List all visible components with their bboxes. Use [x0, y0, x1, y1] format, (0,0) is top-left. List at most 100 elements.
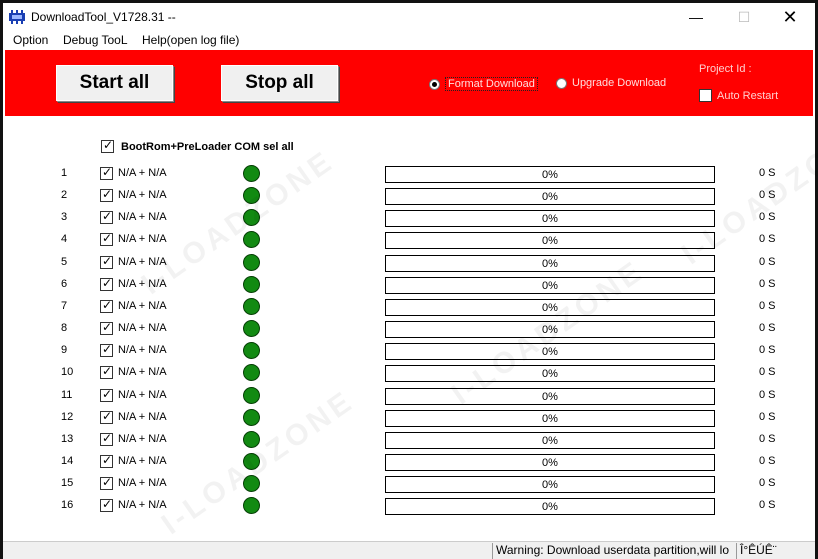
port-row: 10 N/A + N/A 0% 0 S	[5, 362, 813, 384]
row-port-label: N/A + N/A	[118, 499, 167, 512]
port-list: BootRom+PreLoader COM sel all 1 N/A + N/A…	[5, 114, 818, 541]
status-led-icon	[243, 475, 260, 493]
row-checkbox[interactable]	[100, 276, 113, 291]
progress-text: 0%	[542, 279, 558, 292]
select-all-label: BootRom+PreLoader COM sel all	[121, 140, 294, 153]
progress-text: 0%	[542, 346, 558, 359]
progress-text: 0%	[542, 434, 558, 447]
row-elapsed-time: 0 S	[759, 499, 776, 512]
progress-bar: 0%	[385, 476, 715, 494]
status-led-icon	[243, 430, 260, 448]
row-index: 7	[61, 299, 68, 312]
status-led-icon	[243, 364, 260, 382]
status-led-icon	[243, 408, 260, 426]
row-checkbox[interactable]	[100, 298, 113, 313]
progress-text: 0%	[542, 301, 558, 314]
project-id-label: Project Id :	[699, 63, 752, 75]
row-port-label: N/A + N/A	[118, 189, 167, 202]
row-elapsed-time: 0 S	[759, 454, 776, 467]
title-bar[interactable]: DownloadTool_V1728.31 -- — ☐ ✕	[3, 3, 815, 31]
start-all-button[interactable]: Start all	[56, 65, 173, 101]
row-checkbox[interactable]	[100, 187, 113, 203]
status-led-icon	[243, 253, 260, 271]
row-checkbox[interactable]	[100, 387, 113, 402]
status-led-icon	[243, 209, 260, 227]
progress-bar: 0%	[385, 321, 715, 339]
progress-text: 0%	[542, 191, 558, 204]
port-row: 13 N/A + N/A 0% 0 S	[5, 429, 813, 451]
row-checkbox[interactable]	[100, 431, 113, 446]
row-port-label: N/A + N/A	[118, 167, 167, 179]
port-row: 6 N/A + N/A 0% 0 S	[5, 274, 813, 296]
port-row: 7 N/A + N/A 0% 0 S	[5, 296, 813, 318]
row-index: 3	[61, 211, 68, 224]
row-checkbox[interactable]	[100, 165, 113, 180]
port-row: 1 N/A + N/A 0% 0 S	[5, 163, 813, 185]
status-led-icon	[243, 320, 260, 338]
row-port-label: N/A + N/A	[118, 477, 167, 490]
upgrade-download-radio[interactable]: Upgrade Download	[556, 77, 666, 89]
row-index: 6	[61, 277, 68, 290]
row-checkbox[interactable]	[100, 497, 113, 513]
stop-all-button[interactable]: Stop all	[221, 65, 338, 101]
auto-restart-checkbox[interactable]: Auto Restart	[699, 89, 778, 102]
row-elapsed-time: 0 S	[759, 255, 776, 268]
row-elapsed-time: 0 S	[759, 477, 776, 490]
row-port-label: N/A + N/A	[118, 388, 167, 401]
row-checkbox[interactable]	[100, 320, 113, 336]
row-checkbox[interactable]	[100, 231, 113, 247]
menu-bar: Option Debug TooL Help(open log file)	[3, 31, 815, 51]
row-elapsed-time: 0 S	[759, 211, 776, 224]
row-elapsed-time: 0 S	[759, 388, 776, 401]
row-port-label: N/A + N/A	[118, 432, 167, 445]
row-index: 10	[61, 366, 74, 379]
port-row: 3 N/A + N/A 0% 0 S	[5, 207, 813, 229]
row-index: 11	[61, 388, 73, 401]
row-checkbox[interactable]	[100, 209, 113, 225]
progress-bar: 0%	[385, 498, 715, 516]
status-led-icon	[243, 342, 260, 360]
row-elapsed-time: 0 S	[759, 344, 776, 357]
port-row: 8 N/A + N/A 0% 0 S	[5, 318, 813, 340]
row-port-label: N/A + N/A	[118, 233, 167, 246]
progress-text: 0%	[542, 169, 558, 181]
progress-text: 0%	[542, 501, 558, 514]
maximize-button[interactable]: ☐	[721, 3, 767, 31]
row-checkbox[interactable]	[100, 342, 113, 358]
select-all-checkbox[interactable]: BootRom+PreLoader COM sel all	[101, 138, 294, 153]
port-row: 11 N/A + N/A 0% 0 S	[5, 385, 813, 407]
progress-text: 0%	[542, 324, 558, 337]
row-index: 12	[61, 410, 74, 423]
row-checkbox[interactable]	[100, 453, 113, 468]
format-download-radio[interactable]: Format Download	[429, 77, 538, 91]
progress-text: 0%	[542, 456, 558, 469]
status-bar: Warning: Download userdata partition,wil…	[3, 541, 815, 559]
progress-bar: 0%	[385, 276, 715, 294]
row-checkbox[interactable]	[100, 475, 113, 491]
progress-text: 0%	[542, 235, 558, 248]
port-row: 16 N/A + N/A 0% 0 S	[5, 495, 813, 517]
minimize-button[interactable]: —	[673, 3, 719, 31]
row-checkbox[interactable]	[100, 254, 113, 269]
progress-text: 0%	[542, 412, 558, 425]
status-led-icon	[243, 231, 260, 249]
menu-debug-tool[interactable]: Debug TooL	[63, 33, 128, 47]
menu-option[interactable]: Option	[13, 33, 48, 47]
menu-help[interactable]: Help(open log file)	[142, 33, 239, 47]
port-row: 4 N/A + N/A 0% 0 S	[5, 229, 813, 251]
progress-bar: 0%	[385, 387, 715, 405]
progress-text: 0%	[542, 479, 558, 492]
progress-bar: 0%	[385, 166, 715, 183]
row-index: 1	[61, 167, 68, 179]
port-row: 2 N/A + N/A 0% 0 S	[5, 185, 813, 207]
close-button[interactable]: ✕	[767, 3, 813, 31]
status-message: Warning: Download userdata partition,wil…	[492, 543, 735, 559]
row-checkbox[interactable]	[100, 409, 113, 424]
progress-bar: 0%	[385, 409, 715, 427]
row-checkbox[interactable]	[100, 364, 113, 380]
row-index: 4	[61, 233, 68, 246]
status-led-icon	[243, 187, 260, 205]
row-index: 5	[61, 255, 68, 268]
progress-text: 0%	[542, 368, 558, 381]
format-download-label: Format Download	[445, 77, 538, 91]
